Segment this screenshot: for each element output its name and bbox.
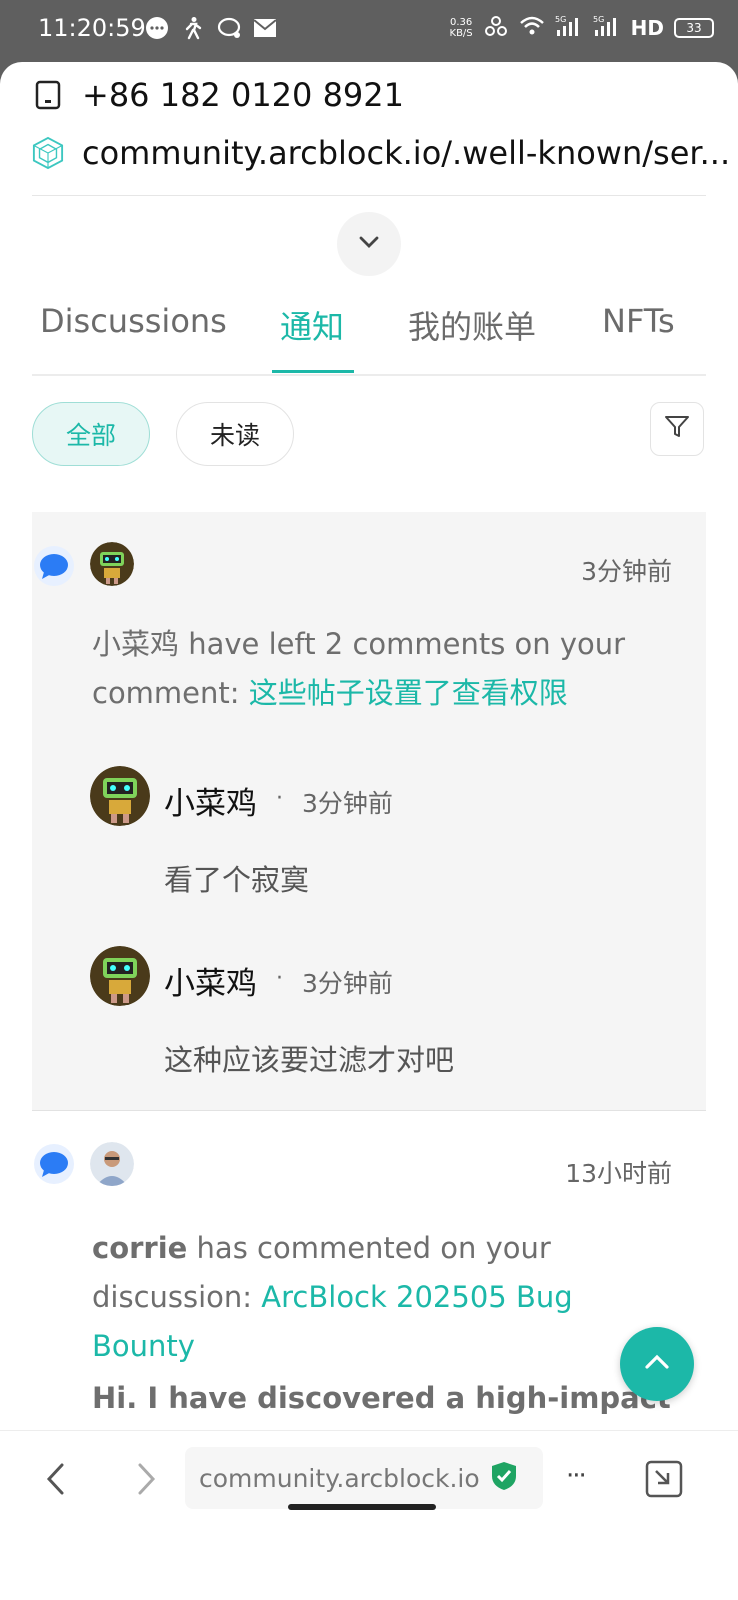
avatar[interactable] [90, 1142, 134, 1186]
tab-my-bills[interactable]: 我的账单 [408, 302, 536, 348]
comment-author[interactable]: 小菜鸡 [164, 958, 257, 1003]
active-tab-indicator [272, 370, 354, 373]
home-indicator [288, 1504, 436, 1510]
forward-button[interactable] [122, 1457, 170, 1505]
chevron-up-icon [643, 1353, 671, 1375]
notification-time: 13小时前 [565, 1159, 672, 1188]
notification-item[interactable]: 3分钟前 小菜鸡 have left 2 comments on your co… [32, 512, 706, 1111]
tab-bar: Discussions 通知 我的账单 NFTs [32, 282, 706, 376]
more-menu-button[interactable]: ··· [566, 1461, 587, 1491]
filter-button[interactable] [650, 402, 704, 456]
collapse-button[interactable] [337, 212, 401, 276]
battery-icon: 33 [674, 18, 714, 38]
comment-text: 看了个寂寞 [164, 863, 310, 897]
minimize-window-icon [644, 1459, 684, 1503]
discussion-link[interactable]: 这些帖子设置了查看权限 [249, 676, 568, 710]
notification-preview: Hi. I have discovered a high-impact [92, 1381, 671, 1415]
scroll-to-top-button[interactable] [620, 1327, 694, 1401]
notification-time: 3分钟前 [581, 557, 672, 586]
svg-text:5G: 5G [555, 15, 566, 24]
full-url: community.arcblock.io/.well-known/ser... [82, 134, 731, 172]
separator-dot: · [276, 966, 283, 991]
chevron-left-icon [44, 1462, 68, 1500]
hotspot-icon [483, 14, 509, 42]
comment-time: 3分钟前 [302, 789, 393, 818]
comment-bubble-icon [34, 1144, 74, 1184]
avatar[interactable] [90, 946, 150, 1006]
hd-label: HD [630, 16, 664, 40]
svg-text:5G: 5G [593, 15, 604, 24]
site-url-row[interactable]: community.arcblock.io/.well-known/ser... [32, 134, 730, 172]
notification-message: 小菜鸡 have left 2 comments on your comment… [92, 627, 626, 710]
arcblock-logo-icon [32, 136, 64, 170]
comment-author[interactable]: 小菜鸡 [164, 778, 257, 823]
walking-icon [181, 16, 205, 40]
tab-nfts[interactable]: NFTs [602, 302, 675, 340]
phone-row[interactable]: +86 182 0120 8921 [32, 76, 404, 114]
notification-item[interactable]: 13小时前 corrie has commented on your discu… [32, 1112, 706, 1432]
comment-text: 这种应该要过滤才对吧 [164, 1043, 455, 1077]
notification-message: corrie has commented on your discussion:… [92, 1231, 573, 1363]
mail-icon [253, 16, 277, 40]
signal-5g-icon-1: 5G [555, 14, 583, 42]
status-time: 11:20:59 [38, 14, 146, 42]
notification-author[interactable]: corrie [92, 1231, 187, 1265]
filter-funnel-icon [664, 414, 690, 444]
avatar[interactable] [90, 766, 150, 826]
browser-bottom-bar: community.arcblock.io ··· [0, 1430, 738, 1541]
comment-bubble-icon [34, 546, 74, 586]
wifi-icon [519, 15, 545, 41]
browser-sheet: +86 182 0120 8921 community.arcblock.io/… [0, 62, 738, 1600]
tab-notifications[interactable]: 通知 [280, 302, 344, 348]
minimize-window-button[interactable] [640, 1457, 688, 1505]
address-bar[interactable]: community.arcblock.io [185, 1447, 543, 1509]
message-bubble-icon [217, 16, 241, 40]
filter-unread-button[interactable]: 未读 [176, 402, 294, 466]
address-bar-url: community.arcblock.io [199, 1463, 480, 1493]
back-button[interactable] [32, 1457, 80, 1505]
status-bar: 11:20:59 0.36 KB/S 5G 5G HD 33 [0, 0, 738, 62]
secure-shield-icon [490, 1460, 518, 1496]
header-divider [32, 195, 706, 196]
avatar[interactable] [90, 542, 134, 586]
signal-5g-icon-2: 5G [593, 14, 621, 42]
chevron-right-icon [134, 1462, 158, 1500]
comment-time: 3分钟前 [302, 969, 393, 998]
filter-all-button[interactable]: 全部 [32, 402, 150, 466]
chevron-down-icon [357, 234, 381, 254]
phone-device-icon [32, 79, 64, 111]
network-speed: 0.36 KB/S [449, 17, 473, 39]
separator-dot: · [276, 786, 283, 811]
tab-discussions[interactable]: Discussions [40, 302, 227, 340]
chat-notification-icon [145, 16, 169, 40]
phone-number: +86 182 0120 8921 [82, 76, 404, 114]
